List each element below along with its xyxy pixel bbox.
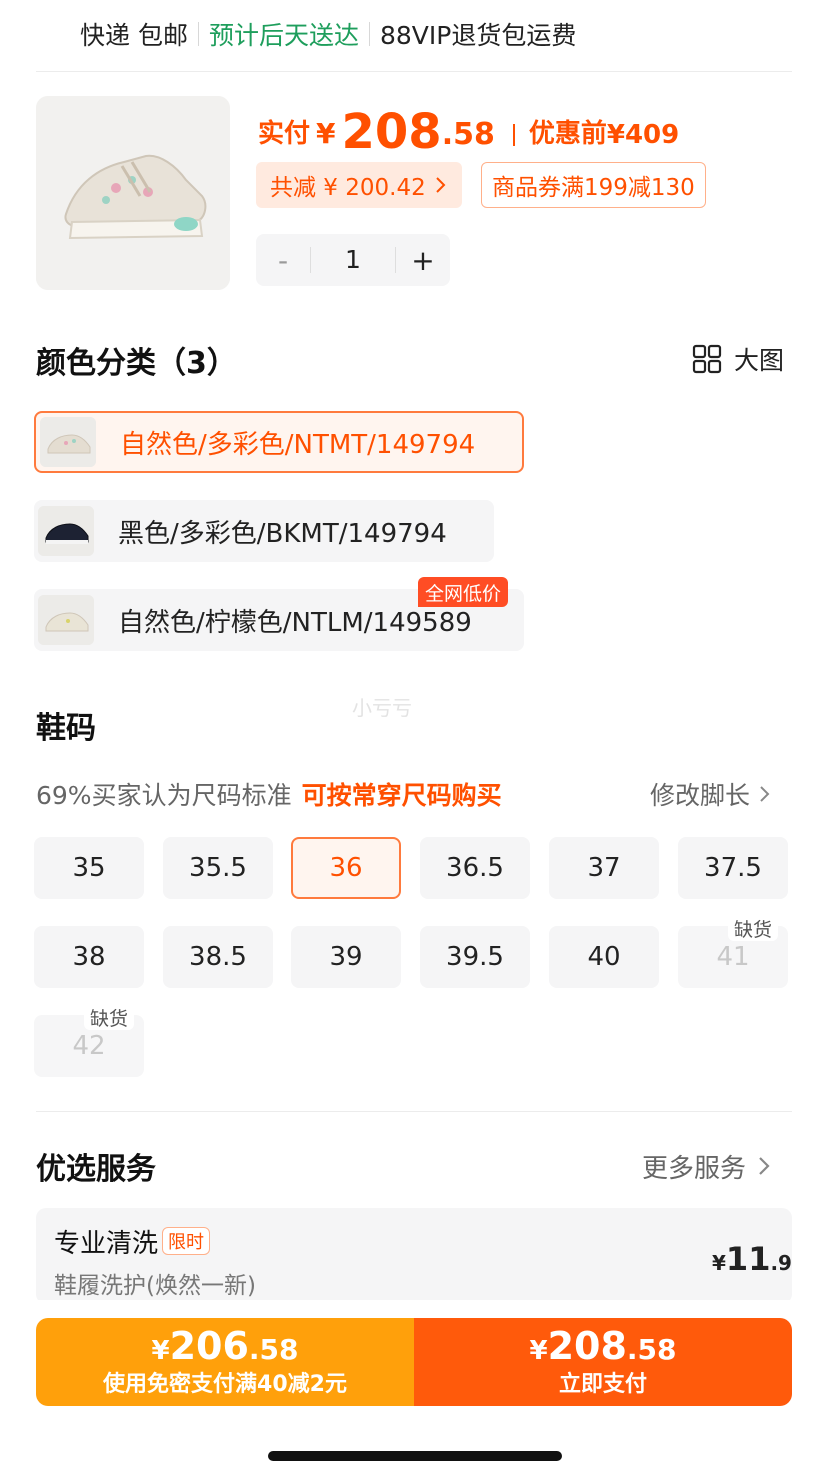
pay-amount: ¥ 208 .58 — [529, 1326, 676, 1371]
price-integer: 206 — [169, 1323, 249, 1368]
fit-highlight: 可按常穿尺码购买 — [301, 781, 502, 810]
fit-text: 69%买家认为尺码标准 — [36, 781, 292, 810]
chevron-right-icon — [436, 177, 446, 193]
color-option-label: 黑色/多彩色/BKMT/149794 — [118, 518, 447, 549]
edit-foot-label: 修改脚长 — [650, 781, 751, 810]
more-services-link[interactable]: 更多服务 — [642, 1146, 772, 1186]
service-description: 鞋履洗护(焕然一新) — [54, 1273, 256, 1299]
price-decimal: .9 — [770, 1251, 792, 1275]
pay-amount: ¥ 206 .58 — [151, 1326, 298, 1371]
divider — [368, 22, 370, 46]
color-section-title: 颜色分类（3） — [36, 346, 237, 381]
price-integer: 11 — [725, 1240, 771, 1278]
out-of-stock-badge: 缺货 — [84, 1004, 135, 1030]
quantity-value[interactable]: 1 — [310, 247, 396, 273]
quantity-stepper: - 1 + — [256, 234, 450, 286]
discount-text: 共减 ¥ 200.42 — [270, 175, 426, 201]
original-price: ¥409 — [606, 120, 680, 150]
increment-button[interactable]: + — [396, 244, 450, 277]
out-of-stock-badge: 缺货 — [728, 915, 779, 941]
actual-price-label: 实付 — [258, 119, 311, 149]
discount-detail-button[interactable]: 共减 ¥ 200.42 — [256, 162, 462, 208]
chevron-right-icon — [759, 1157, 770, 1175]
price-decimal: .58 — [248, 1332, 299, 1366]
limited-time-tag: 限时 — [162, 1227, 211, 1255]
product-thumbnail[interactable] — [36, 96, 230, 290]
more-services-label: 更多服务 — [642, 1153, 747, 1184]
size-option[interactable]: 40 — [549, 926, 659, 988]
services-section-title: 优选服务 — [36, 1152, 156, 1187]
delivery-info: 快递 包邮 预计后天送达 88VIP退货包运费 — [80, 16, 576, 52]
price-decimal: .58 — [441, 117, 495, 152]
pay-label: 立即支付 — [558, 1371, 647, 1397]
chevron-right-icon — [760, 786, 770, 802]
size-option[interactable]: 37 — [549, 837, 659, 899]
service-name-row: 专业清洗 限时 — [54, 1224, 211, 1259]
lowest-price-badge: 全网低价 — [418, 577, 509, 607]
price-integer: 208 — [341, 104, 442, 160]
size-section-title: 鞋码 — [36, 711, 96, 746]
size-option[interactable]: 39 — [291, 926, 401, 988]
original-price-label: 优惠前 — [528, 119, 607, 149]
color-option-black-multicolor[interactable]: 黑色/多彩色/BKMT/149794 — [34, 500, 494, 562]
divider — [197, 22, 199, 46]
coupon-text: 商品券满199减130 — [492, 175, 695, 201]
currency-symbol: ¥ — [316, 117, 336, 150]
color-thumbnail — [38, 506, 94, 556]
password-free-pay-button[interactable]: ¥ 206 .58 使用免密支付满40减2元 — [36, 1318, 414, 1406]
big-view-label: 大图 — [734, 346, 785, 375]
color-thumbnail — [40, 417, 96, 467]
decrement-button[interactable]: - — [256, 244, 310, 277]
color-thumbnail — [38, 595, 94, 645]
pay-label: 使用免密支付满40减2元 — [103, 1371, 347, 1397]
color-option-natural-multicolor[interactable]: 自然色/多彩色/NTMT/149794 — [34, 411, 524, 473]
size-fit-hint: 69%买家认为尺码标准 可按常穿尺码购买 — [36, 774, 502, 814]
actual-price: 实付 ¥ 208 .58 优惠前 ¥409 — [258, 98, 679, 158]
size-option[interactable]: 36.5 — [420, 837, 530, 899]
grid-icon — [692, 344, 722, 374]
watermark: 小亏亏 — [352, 696, 412, 720]
divider — [36, 1111, 792, 1112]
color-option-label: 自然色/多彩色/NTMT/149794 — [120, 429, 476, 460]
service-name: 专业清洗 — [54, 1228, 159, 1259]
service-price: ¥ 11 .9 — [712, 1240, 792, 1278]
big-view-toggle[interactable]: 大图 — [692, 340, 784, 378]
divider — [512, 124, 515, 146]
sneaker-image — [36, 96, 230, 290]
coupon-tag[interactable]: 商品券满199减130 — [481, 162, 706, 208]
size-option[interactable]: 38 — [34, 926, 144, 988]
price-decimal: .58 — [626, 1332, 677, 1366]
pay-now-button[interactable]: ¥ 208 .58 立即支付 — [414, 1318, 792, 1406]
currency-symbol: ¥ — [529, 1335, 548, 1366]
color-option-label: 自然色/柠檬色/NTLM/149589 — [118, 607, 472, 638]
shipping-text: 快递 包邮 — [80, 21, 188, 50]
price-integer: 208 — [547, 1323, 627, 1368]
size-option[interactable]: 37.5 — [678, 837, 788, 899]
home-indicator[interactable] — [268, 1451, 562, 1461]
edit-foot-length-link[interactable]: 修改脚长 — [650, 774, 772, 814]
size-option[interactable]: 39.5 — [420, 926, 530, 988]
eta-text: 预计后天送达 — [208, 21, 359, 50]
currency-symbol: ¥ — [712, 1251, 726, 1275]
size-option[interactable]: 35 — [34, 837, 144, 899]
size-option[interactable]: 35.5 — [163, 837, 273, 899]
return-text: 88VIP退货包运费 — [379, 21, 577, 50]
size-option-selected[interactable]: 36 — [291, 837, 401, 899]
divider — [36, 71, 792, 72]
size-option[interactable]: 38.5 — [163, 926, 273, 988]
currency-symbol: ¥ — [151, 1335, 170, 1366]
